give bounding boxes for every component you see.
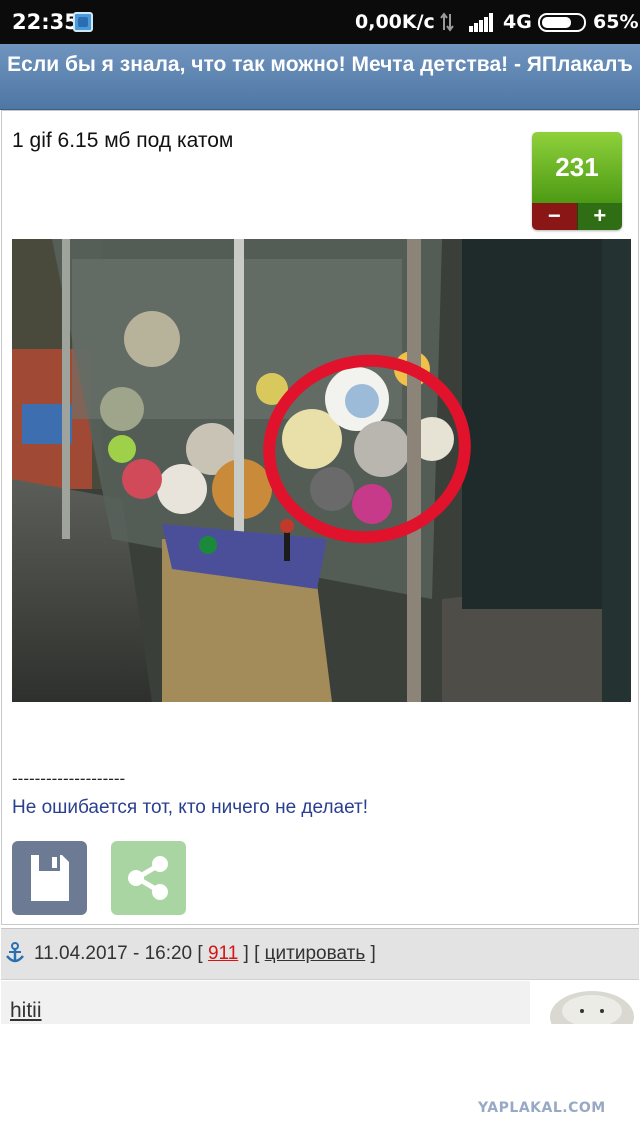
page-title-bar: Если бы я знала, что так можно! Мечта де… [0,44,640,110]
page-title: Если бы я знала, что так можно! Мечта де… [7,53,633,76]
status-bar: 22:35 0,00K/c 4G 65% [0,0,640,44]
share-button[interactable] [111,841,186,915]
battery-percent: 65% [593,11,639,33]
floppy-disk-icon [31,855,69,901]
network-speed: 0,00K/c [355,11,435,33]
post-card: 1 gif 6.15 мб под катом 231 − + --------… [1,110,639,925]
anchor-icon[interactable] [5,942,25,964]
post-signature: Не ошибается тот, кто ничего не делает! [12,797,369,818]
quote-link[interactable]: цитировать [265,943,366,964]
rating-widget: 231 − + [532,132,622,230]
comment-header: 11.04.2017 - 16:20 [ 911 ] [ цитировать … [1,928,639,980]
post-separator: -------------------- [12,769,126,788]
comment-username[interactable]: hitii [10,999,42,1023]
comment-body: hitii [1,981,639,1024]
post-image[interactable] [12,239,631,702]
app-notification-icon [73,12,93,32]
save-button[interactable] [12,841,87,915]
claw-machine-photo [12,239,631,702]
battery-icon [538,13,586,32]
post-description: 1 gif 6.15 мб под катом [12,129,234,152]
user-avatar[interactable] [530,981,639,1024]
sync-icon [440,12,454,32]
comment-count-link[interactable]: 911 [208,943,238,964]
vote-up-button[interactable]: + [576,203,622,230]
watermark: YAPLAKAL.COM [478,1100,606,1116]
network-type: 4G [503,11,532,33]
screen: 22:35 0,00K/c 4G 65% Если бы я знала, чт… [0,0,640,1138]
comment-date: 11.04.2017 - 16:20 [34,943,193,964]
status-time: 22:35 [12,10,79,34]
avatar-image [530,981,639,1024]
vote-down-button[interactable]: − [532,203,577,230]
comment-meta: 11.04.2017 - 16:20 [ 911 ] [ цитировать … [34,943,376,964]
signal-icon [469,13,493,32]
share-icon [128,856,168,900]
rating-score: 231 [532,132,622,203]
